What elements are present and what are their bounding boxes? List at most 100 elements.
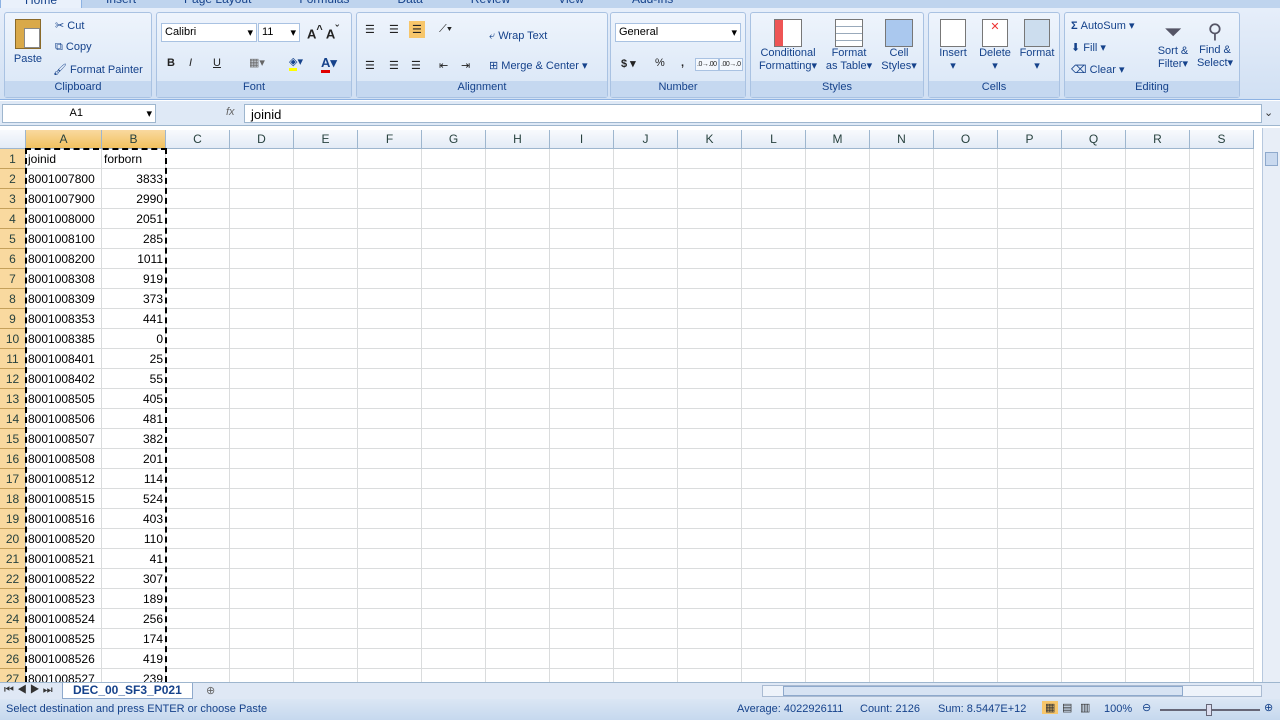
cell-F2[interactable] [358,169,422,189]
row-header[interactable]: 24 [0,609,26,629]
cell-O13[interactable] [934,389,998,409]
cell-J3[interactable] [614,189,678,209]
cell-R11[interactable] [1126,349,1190,369]
cell-P3[interactable] [998,189,1062,209]
cell-D2[interactable] [230,169,294,189]
cell-B15[interactable]: 382 [102,429,166,449]
cell-E5[interactable] [294,229,358,249]
cell-O22[interactable] [934,569,998,589]
cell-G10[interactable] [422,329,486,349]
fill-button[interactable]: ⬇ Fill ▾ [1071,41,1106,54]
cell-B7[interactable]: 919 [102,269,166,289]
orientation-button[interactable]: ⟋▾ [439,23,452,36]
cell-R2[interactable] [1126,169,1190,189]
cell-P22[interactable] [998,569,1062,589]
cell-D3[interactable] [230,189,294,209]
format-as-table-button[interactable]: Format as Table▾ [823,19,875,72]
horizontal-scrollbar[interactable] [762,685,1262,697]
cell-D6[interactable] [230,249,294,269]
cell-C10[interactable] [166,329,230,349]
cell-Q17[interactable] [1062,469,1126,489]
cell-B25[interactable]: 174 [102,629,166,649]
cell-A15[interactable]: 8001008507 [26,429,102,449]
cell-M25[interactable] [806,629,870,649]
cell-M3[interactable] [806,189,870,209]
cell-S13[interactable] [1190,389,1254,409]
cell-F7[interactable] [358,269,422,289]
column-header-B[interactable]: B [102,130,166,149]
cell-L14[interactable] [742,409,806,429]
tab-formulas[interactable]: Formulas [275,0,373,8]
cell-I2[interactable] [550,169,614,189]
cell-C7[interactable] [166,269,230,289]
cell-F22[interactable] [358,569,422,589]
zoom-level[interactable]: 100% [1104,703,1132,715]
cell-G12[interactable] [422,369,486,389]
cell-A18[interactable]: 8001008515 [26,489,102,509]
cell-L12[interactable] [742,369,806,389]
cell-G3[interactable] [422,189,486,209]
cell-F1[interactable] [358,149,422,169]
cell-P27[interactable] [998,669,1062,682]
cell-P25[interactable] [998,629,1062,649]
format-painter-button[interactable]: 🖌 Format Painter [53,63,143,76]
cell-Q12[interactable] [1062,369,1126,389]
row-header[interactable]: 27 [0,669,26,682]
cell-G25[interactable] [422,629,486,649]
cell-I6[interactable] [550,249,614,269]
cell-N11[interactable] [870,349,934,369]
cell-A7[interactable]: 8001008308 [26,269,102,289]
cell-N3[interactable] [870,189,934,209]
cell-D9[interactable] [230,309,294,329]
cell-G27[interactable] [422,669,486,682]
row-header[interactable]: 11 [0,349,26,369]
cell-G24[interactable] [422,609,486,629]
row-header[interactable]: 17 [0,469,26,489]
cell-C4[interactable] [166,209,230,229]
cell-K24[interactable] [678,609,742,629]
row-header[interactable]: 12 [0,369,26,389]
cell-L4[interactable] [742,209,806,229]
page-break-view-button[interactable]: ▥ [1080,701,1090,714]
underline-button[interactable]: U [213,57,221,69]
font-color-button[interactable]: A▾ [321,55,337,73]
cell-D19[interactable] [230,509,294,529]
cell-O21[interactable] [934,549,998,569]
column-header-E[interactable]: E [294,130,358,149]
cell-H5[interactable] [486,229,550,249]
decrease-indent-button[interactable]: ⇤ [439,59,448,72]
row-header[interactable]: 4 [0,209,26,229]
cell-E16[interactable] [294,449,358,469]
cell-J21[interactable] [614,549,678,569]
tab-add-ins[interactable]: Add-Ins [608,0,697,8]
cell-J22[interactable] [614,569,678,589]
cell-C1[interactable] [166,149,230,169]
cell-G15[interactable] [422,429,486,449]
column-header-G[interactable]: G [422,130,486,149]
cell-Q3[interactable] [1062,189,1126,209]
cell-I3[interactable] [550,189,614,209]
cell-S15[interactable] [1190,429,1254,449]
fill-color-button[interactable]: ◈▾ [289,55,303,71]
cell-J27[interactable] [614,669,678,682]
cell-N10[interactable] [870,329,934,349]
cell-E7[interactable] [294,269,358,289]
expand-formula-bar-button[interactable]: ⌄ [1264,106,1273,119]
cell-H12[interactable] [486,369,550,389]
cell-N19[interactable] [870,509,934,529]
cell-C12[interactable] [166,369,230,389]
percent-button[interactable]: % [655,57,665,69]
cell-B12[interactable]: 55 [102,369,166,389]
cell-C24[interactable] [166,609,230,629]
cell-L19[interactable] [742,509,806,529]
cell-K19[interactable] [678,509,742,529]
cell-S2[interactable] [1190,169,1254,189]
cell-F25[interactable] [358,629,422,649]
cell-G11[interactable] [422,349,486,369]
cell-P21[interactable] [998,549,1062,569]
align-middle-button[interactable]: ☰ [389,23,399,36]
cell-K5[interactable] [678,229,742,249]
cell-I26[interactable] [550,649,614,669]
cell-G5[interactable] [422,229,486,249]
cell-A13[interactable]: 8001008505 [26,389,102,409]
